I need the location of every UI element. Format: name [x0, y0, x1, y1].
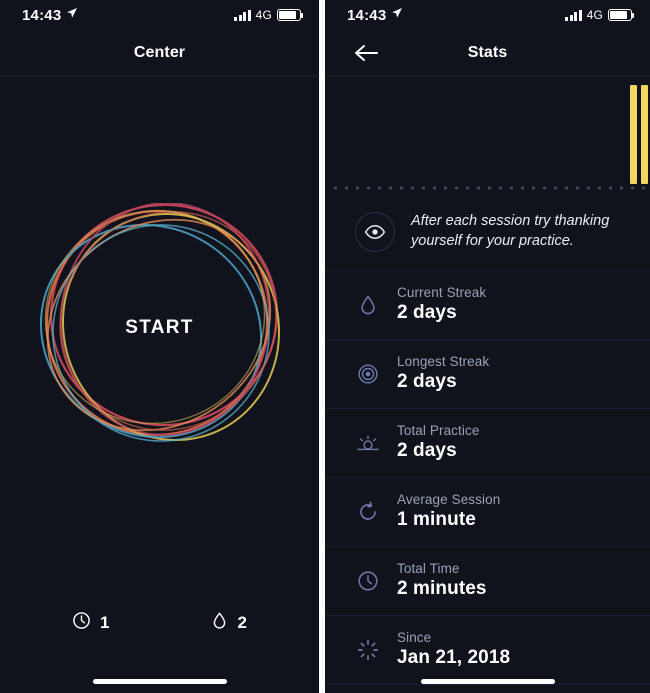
stat-text-group: Longest Streak 2 days: [397, 354, 489, 393]
counter-sessions[interactable]: 1: [72, 611, 109, 635]
chart-bars: [325, 84, 650, 184]
sunrise-icon: [355, 430, 381, 456]
stat-text-group: Total Time 2 minutes: [397, 561, 487, 600]
location-arrow-icon: [391, 6, 403, 24]
nav-bar-left: Center: [0, 30, 319, 77]
refresh-icon: [355, 499, 381, 525]
tip-text: After each session try thanking yourself…: [411, 212, 632, 251]
status-time: 14:43: [22, 7, 61, 24]
stat-label: Current Streak: [397, 285, 486, 300]
stat-text-group: Total Practice 2 days: [397, 423, 479, 462]
location-arrow-icon: [66, 6, 78, 24]
network-type-label: 4G: [587, 8, 603, 22]
page-title: Center: [134, 44, 185, 62]
practice-history-chart: [325, 77, 650, 194]
nav-bar-right: Stats: [325, 30, 650, 77]
stat-row[interactable]: Longest Streak 2 days: [325, 340, 650, 409]
droplet-icon: [355, 292, 381, 318]
status-bar-left: 14:43 4G: [0, 0, 319, 30]
dual-screenshot-container: 14:43 4G Center: [0, 0, 650, 693]
cellular-signal-icon: [565, 10, 582, 21]
stat-label: Total Time: [397, 561, 487, 576]
sparkle-icon: [355, 637, 381, 663]
stat-row[interactable]: Total Time 2 minutes: [325, 547, 650, 616]
stat-value: 1 minute: [397, 509, 500, 531]
counter-streak[interactable]: 2: [210, 611, 247, 635]
stat-value: Jan 21, 2018: [397, 647, 510, 669]
chart-bar: [630, 85, 637, 184]
back-arrow-icon[interactable]: [353, 42, 379, 64]
page-title: Stats: [468, 44, 508, 62]
chart-baseline: [330, 186, 650, 190]
start-label[interactable]: START: [25, 317, 295, 339]
stat-label: Since: [397, 630, 510, 645]
stat-row[interactable]: Since Jan 21, 2018: [325, 616, 650, 685]
footer-counters: 1 2: [0, 611, 319, 635]
status-bar-right: 14:43 4G: [325, 0, 650, 30]
network-type-label: 4G: [256, 8, 272, 22]
home-indicator-right[interactable]: [421, 679, 555, 684]
counter-streak-value: 2: [238, 613, 247, 633]
stat-label: Longest Streak: [397, 354, 489, 369]
eye-icon: [355, 212, 395, 252]
home-indicator-left[interactable]: [93, 679, 227, 684]
stat-text-group: Since Jan 21, 2018: [397, 630, 510, 669]
stat-label: Average Session: [397, 492, 500, 507]
battery-icon: [608, 9, 632, 21]
animated-rings[interactable]: START: [25, 203, 295, 453]
left-phone-screen: 14:43 4G Center: [0, 0, 319, 693]
clock-icon: [72, 611, 91, 635]
stat-label: Total Practice: [397, 423, 479, 438]
counter-sessions-value: 1: [100, 613, 109, 633]
battery-icon: [277, 9, 301, 21]
stat-row[interactable]: Average Session 1 minute: [325, 478, 650, 547]
stat-row[interactable]: Total Practice 2 days: [325, 409, 650, 478]
stat-value: 2 minutes: [397, 578, 487, 600]
stat-value: 2 days: [397, 302, 486, 324]
stat-text-group: Average Session 1 minute: [397, 492, 500, 531]
status-bar-left-group: 14:43: [22, 6, 78, 24]
status-time: 14:43: [347, 7, 386, 24]
stat-row[interactable]: Current Streak 2 days: [325, 271, 650, 340]
right-phone-screen: 14:43 4G Stats Afte: [325, 0, 650, 693]
status-bar-left-group: 14:43: [347, 6, 403, 24]
stat-value: 2 days: [397, 371, 489, 393]
stat-value: 2 days: [397, 440, 479, 462]
status-bar-right-group: 4G: [565, 8, 632, 22]
start-button-area[interactable]: START: [0, 78, 319, 578]
cellular-signal-icon: [234, 10, 251, 21]
target-icon: [355, 361, 381, 387]
stat-text-group: Current Streak 2 days: [397, 285, 486, 324]
tip-card: After each session try thanking yourself…: [325, 194, 650, 271]
status-bar-right-group: 4G: [234, 8, 301, 22]
clock-icon: [355, 568, 381, 594]
droplet-icon: [210, 611, 229, 635]
chart-bar: [641, 85, 648, 184]
